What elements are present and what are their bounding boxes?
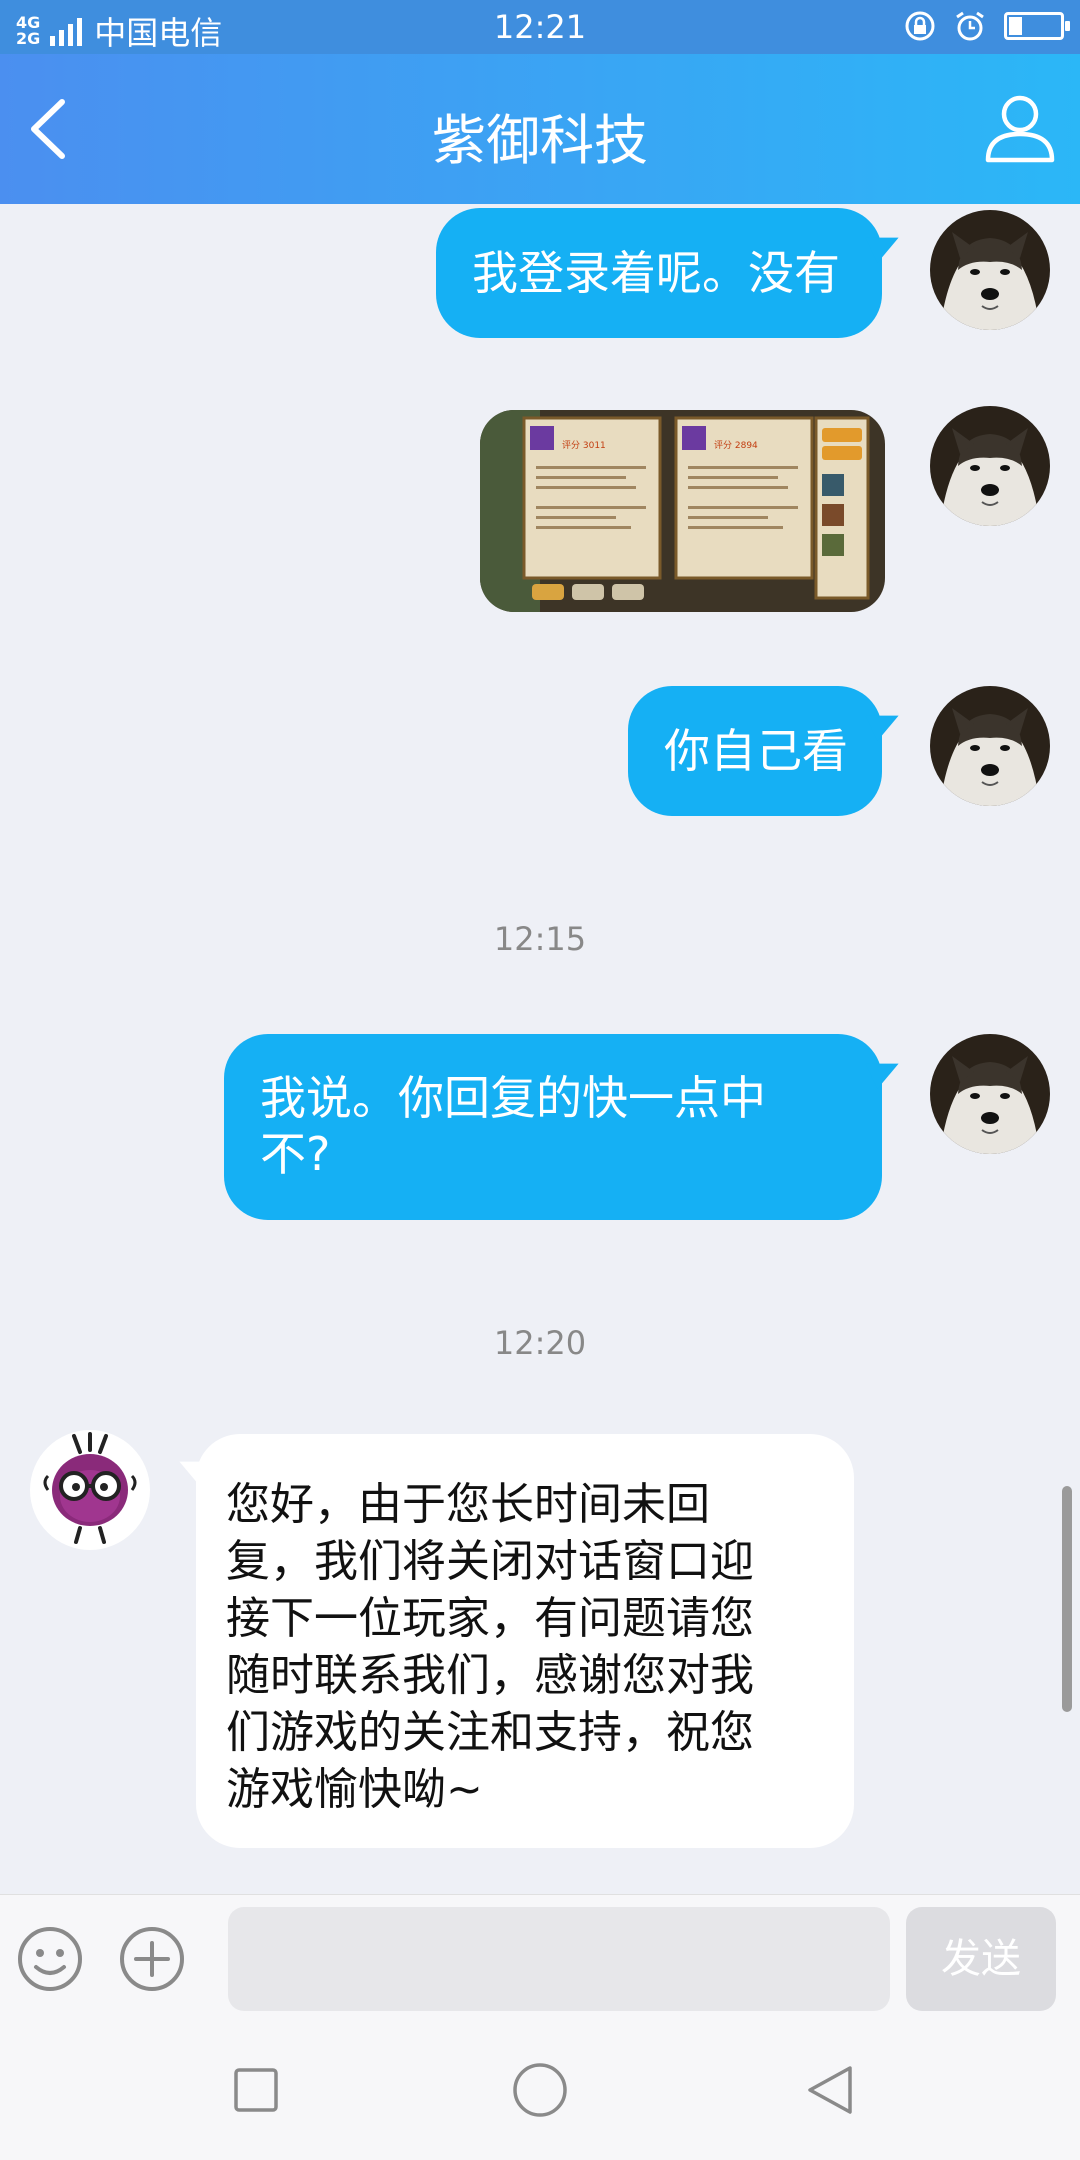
message-text-line: 我说。你回复的快一点中 xyxy=(260,1071,766,1125)
chat-area[interactable]: 我登录着呢。没有 评分 3011 评分 2894 你自己看 12:15 我说。你… xyxy=(0,204,1080,1894)
mascot-avatar-icon xyxy=(30,1430,150,1550)
message-text: 我登录着呢。没有 xyxy=(472,246,840,300)
avatar[interactable] xyxy=(930,1034,1050,1154)
chat-header: 紫御科技 xyxy=(0,54,1080,204)
rotation-lock-icon xyxy=(905,11,935,41)
scrollbar[interactable] xyxy=(1062,1486,1072,1712)
triangle-back-icon[interactable] xyxy=(800,2060,860,2120)
message-text-line: 随时联系我们，感谢您对我 xyxy=(226,1650,754,1701)
message-bubble-incoming[interactable]: 您好，由于您长时间未回 复，我们将关闭对话窗口迎 接下一位玩家，有问题请您 随时… xyxy=(196,1434,854,1848)
husky-avatar-icon xyxy=(930,406,1050,526)
message-bubble-outgoing[interactable]: 你自己看 xyxy=(628,686,882,816)
square-icon[interactable] xyxy=(226,2060,286,2120)
system-nav-bar xyxy=(0,2020,1080,2160)
game-screenshot-image: 评分 3011 评分 2894 xyxy=(480,410,885,612)
battery-fill xyxy=(1009,17,1022,35)
message-bubble-outgoing[interactable]: 我登录着呢。没有 xyxy=(436,208,882,338)
plus-circle-icon[interactable] xyxy=(118,1925,186,1993)
input-bar: 发送 xyxy=(0,1894,1080,2020)
message-text-line: 接下一位玩家，有问题请您 xyxy=(226,1593,754,1644)
husky-avatar-icon xyxy=(930,686,1050,806)
avatar[interactable] xyxy=(930,686,1050,806)
message-text-line: 不? xyxy=(260,1127,331,1181)
image-message[interactable]: 评分 3011 评分 2894 xyxy=(480,410,885,612)
person-icon[interactable] xyxy=(982,90,1058,166)
battery-icon xyxy=(1004,12,1070,40)
message-text-line: 您好，由于您长时间未回 xyxy=(226,1479,710,1530)
panel-score-2: 评分 2894 xyxy=(714,440,758,451)
status-right xyxy=(904,10,1070,42)
avatar[interactable] xyxy=(930,210,1050,330)
husky-avatar-icon xyxy=(930,210,1050,330)
message-text-line: 复，我们将关闭对话窗口迎 xyxy=(226,1536,754,1587)
timestamp: 12:20 xyxy=(493,1324,587,1362)
page-title: 紫御科技 xyxy=(432,109,648,172)
message-text: 你自己看 xyxy=(664,724,848,778)
timestamp: 12:15 xyxy=(493,920,587,958)
status-bar: 4G 2G 中国电信 12:21 xyxy=(0,0,1080,54)
send-button[interactable]: 发送 xyxy=(906,1907,1056,2011)
smiley-icon[interactable] xyxy=(16,1925,84,1993)
panel-score-1: 评分 3011 xyxy=(562,440,606,451)
circle-icon[interactable] xyxy=(510,2060,570,2120)
husky-avatar-icon xyxy=(930,1034,1050,1154)
message-bubble-outgoing[interactable]: 我说。你回复的快一点中 不? xyxy=(224,1034,882,1220)
avatar[interactable] xyxy=(30,1430,150,1550)
avatar[interactable] xyxy=(930,406,1050,526)
message-input[interactable] xyxy=(228,1907,890,2011)
message-text-line: 们游戏的关注和支持，祝您 xyxy=(226,1707,754,1758)
alarm-icon xyxy=(956,11,984,41)
message-text-line: 游戏愉快呦~ xyxy=(226,1764,483,1815)
